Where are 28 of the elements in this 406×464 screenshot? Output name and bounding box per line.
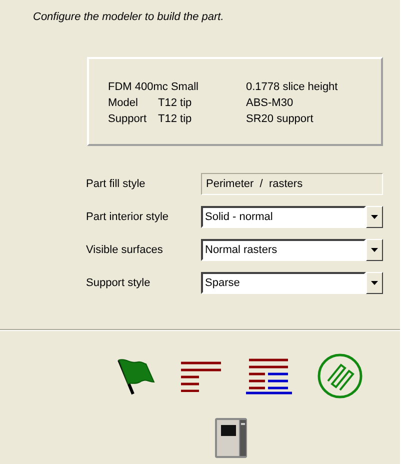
caret-icon xyxy=(371,215,378,219)
info-text: SR20 support xyxy=(246,112,314,127)
info-text: 0.1778 slice height xyxy=(246,80,339,95)
readonly-field: Perimeter / rasters xyxy=(201,173,383,195)
dropdown-arrow-button[interactable] xyxy=(366,272,383,294)
setting-label: Support style xyxy=(86,276,152,291)
setting-label: Part interior style xyxy=(86,210,170,225)
dropdown-field[interactable]: Normal rasters xyxy=(201,239,366,261)
info-text: T12 tip xyxy=(158,112,193,127)
dropdown-field[interactable]: Sparse xyxy=(201,272,366,294)
dropdown-arrow-button[interactable] xyxy=(366,206,383,228)
caret-icon xyxy=(371,281,378,285)
rasters-icon[interactable] xyxy=(181,360,221,392)
setting-label: Visible surfaces xyxy=(86,242,164,258)
setting-label: Part fill style xyxy=(86,176,146,192)
dropdown-arrow-button[interactable] xyxy=(366,239,383,261)
info-text: Model xyxy=(108,96,139,111)
printer-machine-icon[interactable] xyxy=(214,417,248,459)
caret-icon xyxy=(371,248,378,252)
dropdown-field[interactable]: Solid - normal xyxy=(201,206,366,228)
perimeter-rasters-icon[interactable] xyxy=(246,357,292,395)
info-text: FDM 400mc Small xyxy=(108,80,200,95)
flag-icon[interactable] xyxy=(116,356,156,396)
instruction-text: Configure the modeler to build the part. xyxy=(32,10,225,20)
sparse-fill-icon[interactable] xyxy=(317,353,363,399)
info-text: Support xyxy=(108,112,148,127)
info-text: ABS-M30 xyxy=(246,96,294,111)
info-text: T12 tip xyxy=(158,96,193,111)
